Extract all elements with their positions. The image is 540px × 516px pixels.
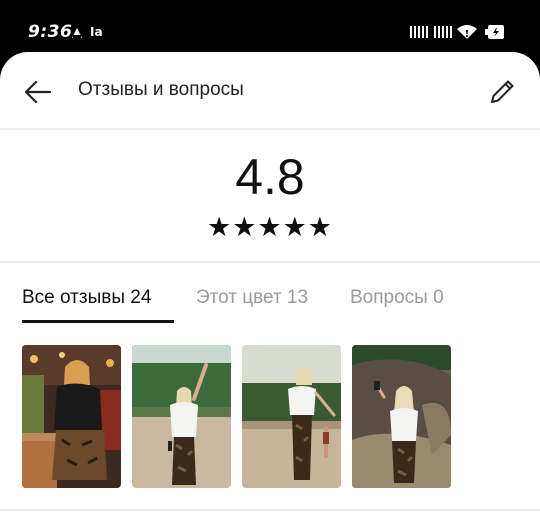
star-rating: ★★★★★	[206, 212, 334, 243]
active-tab-indicator	[22, 320, 174, 323]
signal-bars-icon	[434, 24, 454, 40]
tab-this-color[interactable]: Этот цвет 13	[196, 287, 308, 309]
pencil-icon	[491, 80, 514, 103]
review-tabs: Все отзывы 24 Этот цвет 13 Вопросы 0	[0, 282, 540, 328]
top-app-bar: Отзывы и вопросы	[0, 52, 540, 128]
reviews-screen: Отзывы и вопросы 4.8 ★★★★★ Все отзывы 24…	[0, 52, 540, 516]
tab-questions[interactable]: Вопросы 0	[350, 287, 444, 309]
arrow-left-icon	[24, 80, 52, 104]
wifi-icon	[457, 24, 477, 40]
photos-divider	[0, 509, 540, 511]
back-button[interactable]	[20, 74, 56, 110]
page-title: Отзывы и вопросы	[78, 79, 244, 100]
rating-value: 4.8	[235, 149, 305, 205]
header-divider	[0, 128, 540, 130]
review-photo-4[interactable]	[352, 345, 451, 488]
alarm-icon	[70, 25, 84, 44]
review-photo-1[interactable]	[22, 345, 121, 488]
battery-icon	[485, 24, 507, 40]
review-photo-2[interactable]	[132, 345, 231, 488]
status-bar: 9:36 Ia	[0, 0, 540, 52]
carrier-label: Ia	[90, 25, 103, 39]
review-photos-strip	[22, 345, 522, 489]
status-time: 9:36	[28, 22, 73, 42]
rating-divider	[0, 261, 540, 263]
write-review-button[interactable]	[484, 74, 520, 110]
review-photo-3[interactable]	[242, 345, 341, 488]
signal-bars-icon	[410, 24, 428, 40]
tab-all-reviews[interactable]: Все отзывы 24	[22, 287, 151, 309]
